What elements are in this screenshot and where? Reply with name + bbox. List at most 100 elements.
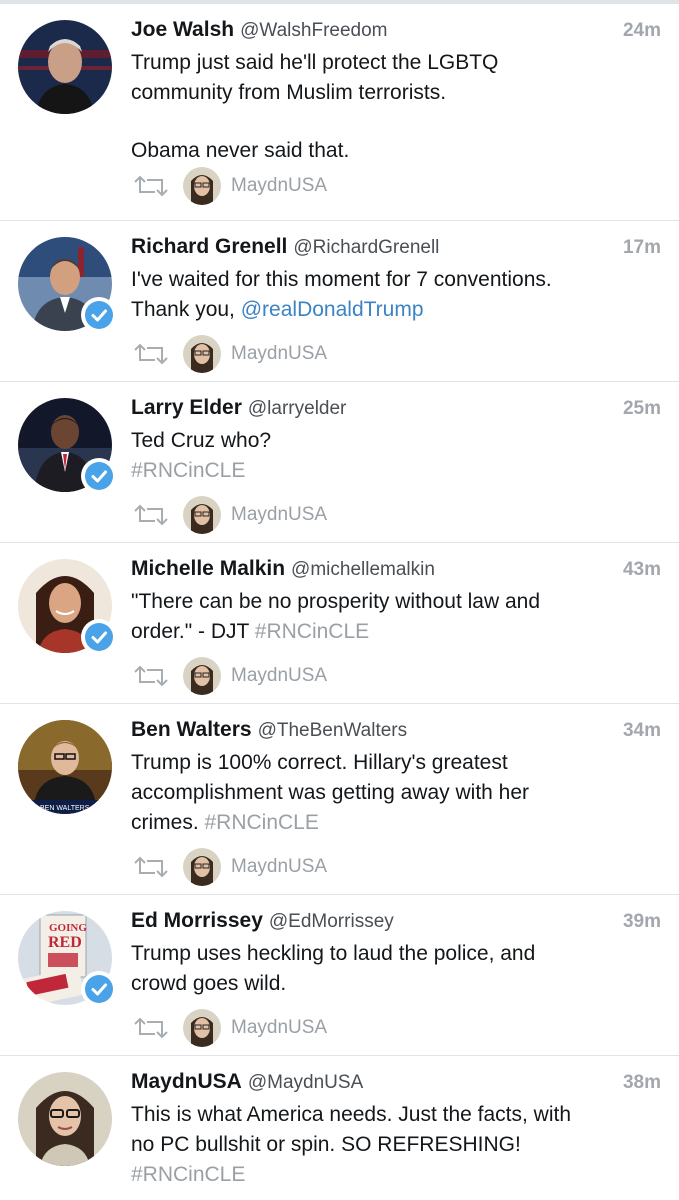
tweet-text-line: crowd goes wild. (131, 972, 287, 995)
tweet-text: This is what America needs. Just the fac… (131, 1100, 661, 1190)
tweet-text-segment: order." - DJT (131, 620, 255, 643)
verified-badge (81, 971, 117, 1007)
author-name[interactable]: Richard Grenell (131, 235, 287, 258)
retweet-icon[interactable] (131, 1016, 171, 1040)
avatar-container: BEN WALTERS (18, 720, 112, 814)
hashtag-link[interactable]: #RNCinCLE (205, 811, 319, 834)
avatar-container (18, 559, 117, 655)
author-name[interactable]: Joe Walsh (131, 18, 234, 41)
tweet-header: Joe Walsh @WalshFreedom 24m (131, 18, 661, 48)
retweeter-avatar[interactable] (183, 496, 221, 534)
retweet-icon[interactable] (131, 342, 171, 366)
author-handle[interactable]: @TheBenWalters (258, 720, 408, 741)
retweet-row: MaydnUSA (131, 847, 327, 887)
author-handle[interactable]: @michellemalkin (291, 559, 435, 580)
tweet-time[interactable]: 43m (623, 559, 661, 581)
verified-badge (81, 297, 117, 333)
tweet-time[interactable]: 24m (623, 20, 661, 42)
retweeter-name[interactable]: MaydnUSA (231, 665, 327, 687)
hashtag-link[interactable]: #RNCinCLE (131, 456, 661, 486)
verified-badge-icon (85, 623, 113, 651)
tweet-text: "There can be no prosperity without law … (131, 587, 661, 647)
avatar-caption-text: BEN WALTERS (40, 805, 90, 812)
retweeter-name[interactable]: MaydnUSA (231, 856, 327, 878)
tweet-text: I've waited for this moment for 7 conven… (131, 265, 661, 325)
tweet-time[interactable]: 39m (623, 911, 661, 933)
author-name[interactable]: Michelle Malkin (131, 557, 285, 580)
retweet-icon[interactable] (131, 503, 171, 527)
avatar-container (18, 237, 117, 333)
avatar-ben-walters[interactable]: BEN WALTERS (18, 720, 112, 814)
retweet-icon[interactable] (131, 174, 171, 198)
author-name[interactable]: Ed Morrissey (131, 909, 263, 932)
tweet-item[interactable]: BEN WALTERS Ben Walters @TheBenWalters 34… (0, 704, 679, 895)
tweet-item[interactable]: Larry Elder @larryelder 25m Ted Cruz who?… (0, 382, 679, 543)
retweeter-name[interactable]: MaydnUSA (231, 504, 327, 526)
retweet-icon[interactable] (131, 855, 171, 879)
tweet-text-line: Trump is 100% correct. Hillary's greates… (131, 751, 508, 774)
tweet-time[interactable]: 17m (623, 237, 661, 259)
verified-badge-icon (85, 301, 113, 329)
retweeter-avatar[interactable] (183, 848, 221, 886)
author-handle[interactable]: @MaydnUSA (248, 1072, 363, 1093)
tweet-item[interactable]: Michelle Malkin @michellemalkin 43m "Ther… (0, 543, 679, 704)
retweet-row: MaydnUSA (131, 166, 327, 206)
retweeter-name[interactable]: MaydnUSA (231, 175, 327, 197)
retweeter-avatar[interactable] (183, 657, 221, 695)
tweet-text: Trump just said he'll protect the LGBTQ … (131, 48, 661, 166)
avatar-joe-walsh[interactable] (18, 20, 112, 114)
tweet-item[interactable]: Richard Grenell @RichardGrenell 17m I've … (0, 221, 679, 382)
mention-link[interactable]: @realDonaldTrump (241, 298, 424, 321)
retweet-row: MaydnUSA (131, 656, 327, 696)
author-name[interactable]: Ben Walters (131, 718, 252, 741)
tweet-text-line: Ted Cruz who? (131, 429, 272, 452)
avatar-book-title: GOING (49, 922, 87, 934)
author-name[interactable]: MaydnUSA (131, 1070, 242, 1093)
avatar-container (18, 1072, 112, 1166)
avatar-container (18, 20, 112, 114)
hashtag-link[interactable]: #RNCinCLE (131, 1160, 661, 1190)
retweet-row: MaydnUSA (131, 334, 327, 374)
tweet-text-segment: Thank you, (131, 298, 241, 321)
retweet-icon[interactable] (131, 664, 171, 688)
verified-badge (81, 619, 117, 655)
tweet-item[interactable]: Joe Walsh @WalshFreedom 24m Trump just sa… (0, 4, 679, 221)
avatar-container (18, 398, 117, 494)
retweeter-avatar[interactable] (183, 1009, 221, 1047)
tweet-text-segment: crimes. (131, 811, 205, 834)
tweet-text-line: accomplishment was getting away with her (131, 781, 530, 804)
tweet-text-line: I've waited for this moment for 7 conven… (131, 268, 552, 291)
hashtag-link[interactable]: #RNCinCLE (255, 620, 369, 643)
author-handle[interactable]: @EdMorrissey (269, 911, 394, 932)
retweeter-avatar[interactable] (183, 335, 221, 373)
verified-badge-icon (85, 975, 113, 1003)
tweet-text-line: "There can be no prosperity without law … (131, 590, 541, 613)
tweet-time[interactable]: 34m (623, 720, 661, 742)
tweet-text: Trump uses heckling to laud the police, … (131, 939, 661, 999)
author-name[interactable]: Larry Elder (131, 396, 242, 419)
tweet-text-line: order." - DJT #RNCinCLE (131, 617, 661, 647)
tweet-text-line: Trump just said he'll protect the LGBTQ (131, 51, 499, 74)
tweet-text: Ted Cruz who? #RNCinCLE (131, 426, 661, 486)
retweeter-name[interactable]: MaydnUSA (231, 1017, 327, 1039)
verified-badge-icon (85, 462, 113, 490)
author-handle[interactable]: @WalshFreedom (240, 20, 387, 41)
author-handle[interactable]: @RichardGrenell (293, 237, 439, 258)
author-handle[interactable]: @larryelder (248, 398, 346, 419)
tweet-text: Trump is 100% correct. Hillary's greates… (131, 748, 661, 838)
avatar-maydnusa[interactable] (18, 1072, 112, 1166)
tweet-text-line: crimes. #RNCinCLE (131, 808, 661, 838)
tweet-header: MaydnUSA @MaydnUSA 38m (131, 1070, 661, 1100)
tweet-header: Richard Grenell @RichardGrenell 17m (131, 235, 661, 265)
tweet-time[interactable]: 25m (623, 398, 661, 420)
retweet-row: MaydnUSA (131, 495, 327, 535)
avatar-book-title: RED (48, 934, 82, 951)
tweet-item[interactable]: GOING RED Ed Morrissey @EdMorrissey 39m T… (0, 895, 679, 1056)
tweet-header: Ben Walters @TheBenWalters 34m (131, 718, 661, 748)
retweeter-avatar[interactable] (183, 167, 221, 205)
tweet-header: Larry Elder @larryelder 25m (131, 396, 661, 426)
retweeter-name[interactable]: MaydnUSA (231, 343, 327, 365)
tweet-text-line: Trump uses heckling to laud the police, … (131, 942, 536, 965)
tweet-time[interactable]: 38m (623, 1072, 661, 1094)
tweet-item[interactable]: MaydnUSA @MaydnUSA 38m This is what Ameri… (0, 1056, 679, 1200)
